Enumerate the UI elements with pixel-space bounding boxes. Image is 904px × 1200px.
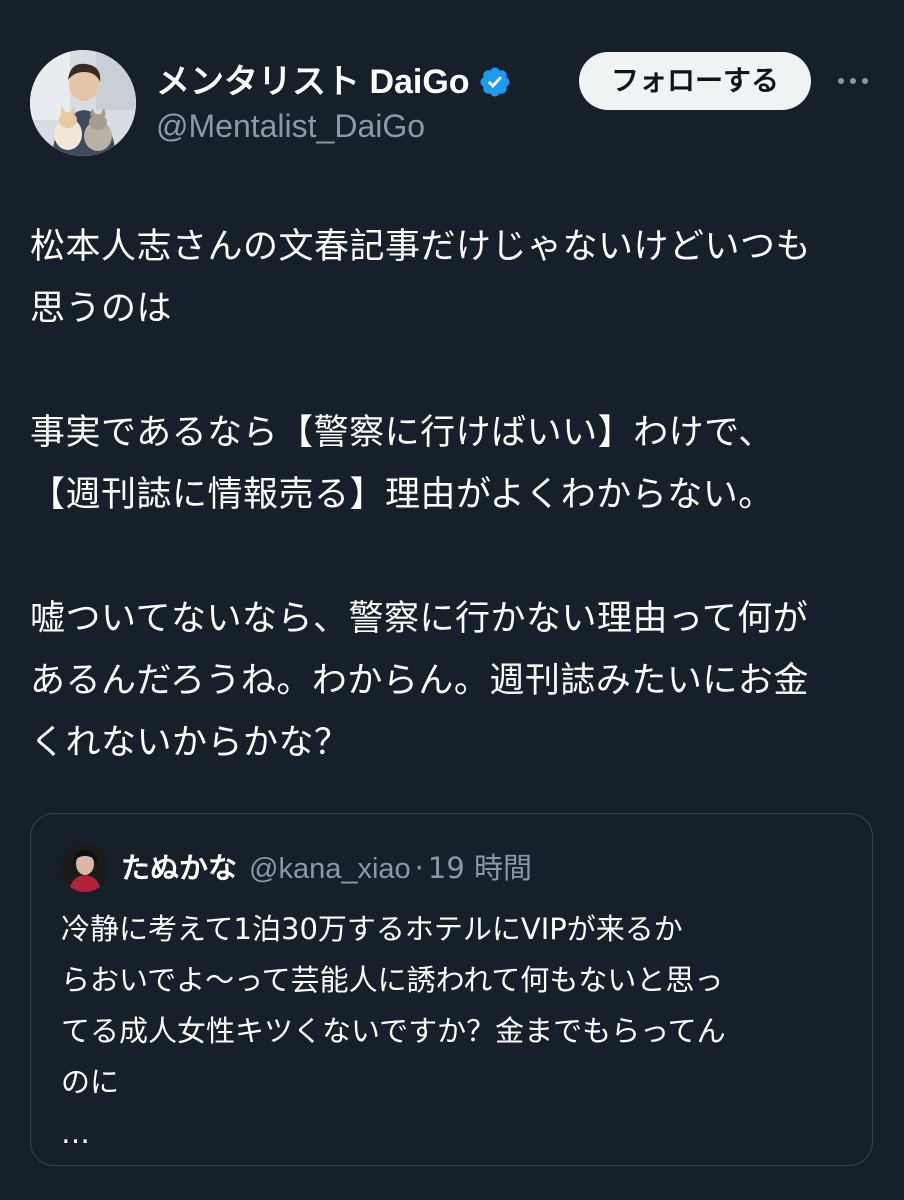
author-name-text: メンタリスト DaiGo: [156, 63, 470, 101]
header-separator: ·: [414, 851, 424, 885]
tweet-text: 松本人志さんの文春記事だけじゃないけどいつも 思うのは 事実であるなら【警察に行…: [30, 216, 880, 774]
tweet: メンタリスト DaiGo @Mentalist_DaiGo フォローする 松本人…: [0, 0, 904, 1200]
quoted-author-name[interactable]: たぬかな: [121, 847, 237, 889]
tweet-text-line: 事実であるなら【警察に行けばいい】わけで、: [30, 413, 774, 453]
quoted-tweet-header: たぬかな @kana_xiao · 19 時間: [121, 847, 532, 890]
tweet-text-line: 【週刊誌に情報売る】理由がよくわからない。: [30, 475, 774, 515]
quoted-tweet-card[interactable]: たぬかな @kana_xiao · 19 時間 冷静に考えて1泊30万するホテル…: [30, 813, 873, 1166]
author-avatar[interactable]: [30, 50, 136, 156]
more-options-icon: [838, 78, 868, 84]
follow-button[interactable]: フォローする: [579, 52, 811, 110]
tweet-text-line: 松本人志さんの文春記事だけじゃないけどいつも: [30, 227, 812, 267]
tweet-text-line: 思うのは: [30, 289, 173, 329]
verified-badge-icon: [478, 65, 512, 99]
quoted-text-line: てる成人女性キツくないですか？金までもらってん: [61, 1014, 726, 1048]
quoted-author-avatar[interactable]: [61, 844, 109, 892]
more-options-button[interactable]: [832, 66, 874, 96]
quoted-author-handle[interactable]: @kana_xiao: [249, 848, 411, 890]
tweet-text-line: あるんだろうね。わからん。週刊誌みたいにお金: [30, 661, 809, 701]
quoted-author-photo-icon: [61, 844, 109, 892]
quoted-text-line: のに: [61, 1065, 120, 1099]
quoted-tweet-time[interactable]: 19 時間: [428, 847, 532, 889]
profile-photo-with-cats-icon: [30, 50, 136, 156]
quoted-text-ellipsis: …: [61, 1116, 90, 1150]
author-handle[interactable]: @Mentalist_DaiGo: [156, 106, 425, 146]
tweet-text-line: くれないからかな？: [30, 723, 350, 763]
quoted-tweet-text: 冷静に考えて1泊30万するホテルにVIPが来るか らおいでよ〜って芸能人に誘われ…: [61, 904, 861, 1159]
quoted-text-line: 冷静に考えて1泊30万するホテルにVIPが来るか: [61, 912, 683, 946]
quoted-text-line: らおいでよ〜って芸能人に誘われて何もないと思っ: [61, 963, 724, 997]
tweet-text-line: 嘘ついてないなら、警察に行かない理由って何が: [30, 599, 809, 639]
author-display-name[interactable]: メンタリスト DaiGo: [156, 60, 512, 104]
